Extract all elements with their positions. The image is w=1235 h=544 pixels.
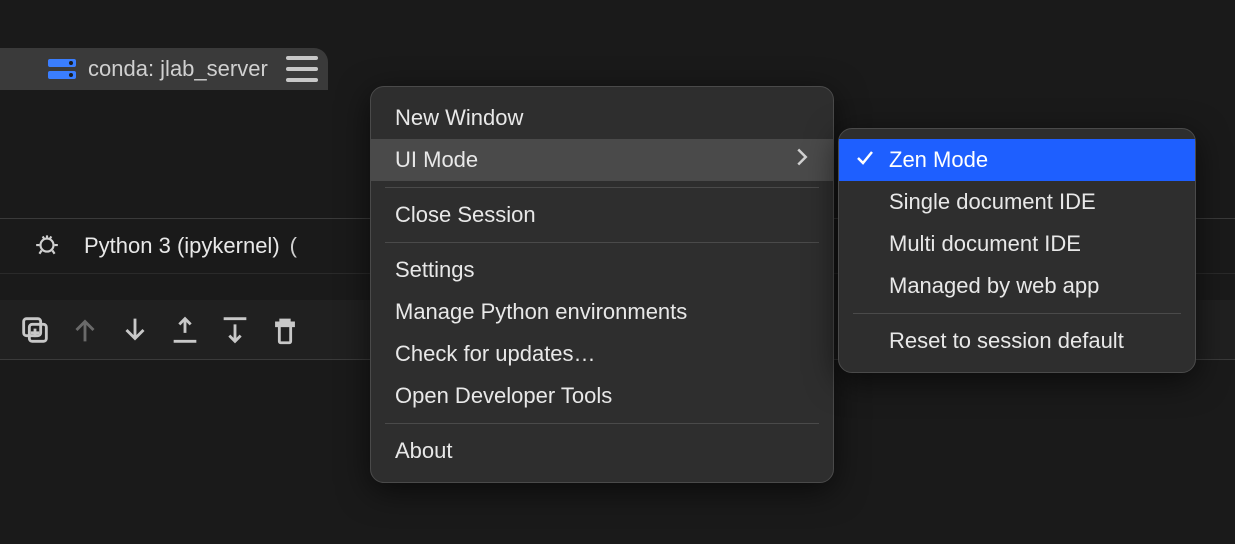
menu-item-label: Check for updates… [395, 341, 596, 367]
submenu-item-label: Managed by web app [889, 273, 1099, 298]
menu-item-dev-tools[interactable]: Open Developer Tools [371, 375, 833, 417]
copy-button[interactable] [18, 313, 52, 347]
submenu-item-managed-webapp[interactable]: Managed by web app [839, 265, 1195, 307]
menu-item-label: Close Session [395, 202, 536, 228]
menu-item-new-window[interactable]: New Window [371, 97, 833, 139]
menu-item-label: UI Mode [395, 147, 478, 173]
submenu-item-label: Single document IDE [889, 189, 1096, 214]
move-down-button[interactable] [118, 313, 152, 347]
menu-item-label: Open Developer Tools [395, 383, 612, 409]
menu-separator [385, 242, 819, 243]
app-menu: New Window UI Mode Close Session Setting… [370, 86, 834, 483]
server-icon [48, 59, 76, 79]
menu-item-about[interactable]: About [371, 430, 833, 472]
hamburger-menu-button[interactable] [286, 56, 318, 82]
submenu-item-zen-mode[interactable]: Zen Mode [839, 139, 1195, 181]
menu-item-manage-python-envs[interactable]: Manage Python environments [371, 291, 833, 333]
menu-item-check-updates[interactable]: Check for updates… [371, 333, 833, 375]
submenu-item-multi-doc-ide[interactable]: Multi document IDE [839, 223, 1195, 265]
menu-item-label: Settings [395, 257, 475, 283]
insert-above-button[interactable] [168, 313, 202, 347]
chevron-right-icon [795, 147, 809, 173]
submenu-item-label: Zen Mode [889, 147, 988, 172]
menu-item-label: Manage Python environments [395, 299, 687, 325]
insert-below-button[interactable] [218, 313, 252, 347]
menu-item-ui-mode[interactable]: UI Mode [371, 139, 833, 181]
menu-item-close-session[interactable]: Close Session [371, 194, 833, 236]
ui-mode-submenu: Zen Mode Single document IDE Multi docum… [838, 128, 1196, 373]
menu-item-label: New Window [395, 105, 523, 131]
submenu-item-label: Reset to session default [889, 328, 1124, 353]
delete-button[interactable] [268, 313, 302, 347]
menu-separator [853, 313, 1181, 314]
submenu-item-single-doc-ide[interactable]: Single document IDE [839, 181, 1195, 223]
submenu-item-reset-default[interactable]: Reset to session default [839, 320, 1195, 362]
move-up-button[interactable] [68, 313, 102, 347]
kernel-status-glyph: ( [290, 233, 297, 259]
environment-bar: conda: jlab_server [0, 48, 328, 90]
submenu-item-label: Multi document IDE [889, 231, 1081, 256]
menu-separator [385, 423, 819, 424]
bug-icon[interactable] [34, 231, 60, 262]
menu-item-settings[interactable]: Settings [371, 249, 833, 291]
kernel-label[interactable]: Python 3 (ipykernel) [84, 233, 280, 259]
menu-item-label: About [395, 438, 453, 464]
menu-separator [385, 187, 819, 188]
check-icon [855, 147, 875, 173]
environment-label[interactable]: conda: jlab_server [88, 56, 268, 82]
